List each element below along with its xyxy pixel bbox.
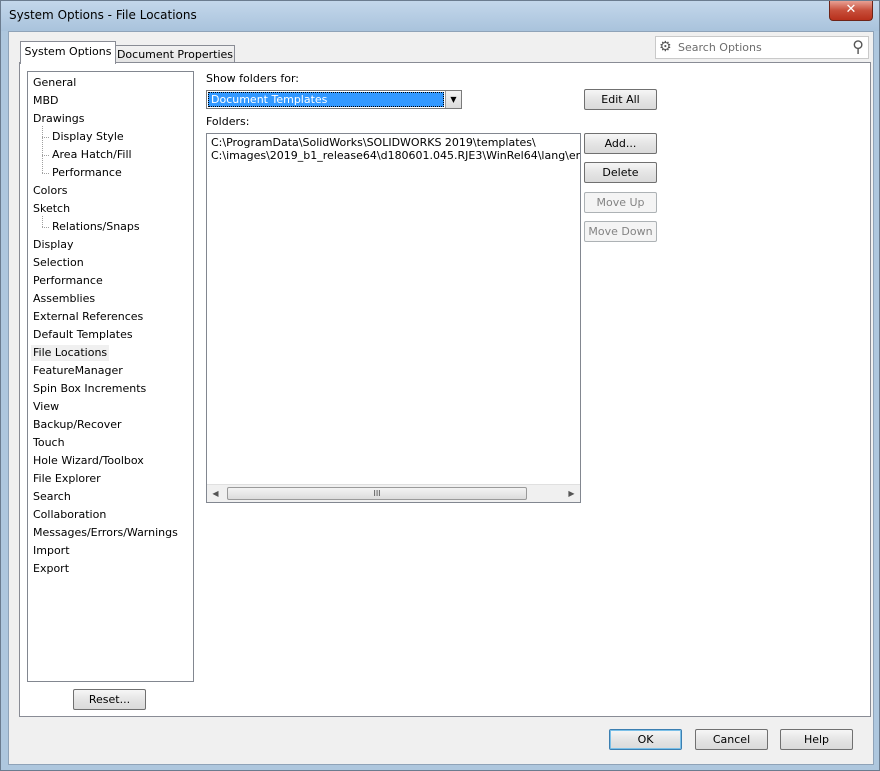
tree-item[interactable]: Spin Box Increments <box>33 381 146 397</box>
tree-item[interactable]: Backup/Recover <box>33 417 122 433</box>
window-title: System Options - File Locations <box>9 8 197 22</box>
tree-item[interactable]: General <box>33 75 76 91</box>
tree-item[interactable]: Messages/Errors/Warnings <box>33 525 178 541</box>
tree-connector <box>42 137 49 138</box>
tab-label: System Options <box>24 45 112 58</box>
ok-button[interactable]: OK <box>609 729 682 750</box>
edit-all-button[interactable]: Edit All <box>584 89 657 110</box>
tree-item[interactable]: Relations/Snaps <box>52 219 140 235</box>
cancel-button[interactable]: Cancel <box>695 729 768 750</box>
options-panel: General MBD Drawings Display Style Area Hatc… <box>19 62 871 717</box>
system-options-window: System Options - File Locations ✕ System… <box>0 0 880 771</box>
tab-label: Document Properties <box>116 48 234 61</box>
tree-item[interactable]: MBD <box>33 93 59 109</box>
folders-label: Folders: <box>206 115 250 128</box>
help-button[interactable]: Help <box>780 729 853 750</box>
tree-item[interactable]: Display Style <box>52 129 124 145</box>
options-tree[interactable]: General MBD Drawings Display Style Area Hatc… <box>27 71 194 682</box>
gear-icon[interactable]: ⚙ <box>659 39 672 55</box>
horizontal-scrollbar[interactable]: ◀ III ▶ <box>207 484 580 502</box>
dialog-client: System Options Document Properties ⚙ Sea… <box>8 31 874 765</box>
tree-connector <box>42 126 43 173</box>
show-folders-label: Show folders for: <box>206 72 299 85</box>
close-button[interactable]: ✕ <box>829 1 873 21</box>
folders-list[interactable]: C:\ProgramData\SolidWorks\SOLIDWORKS 201… <box>206 133 581 503</box>
tab-document-properties[interactable]: Document Properties <box>115 45 235 63</box>
scroll-right-icon[interactable]: ▶ <box>563 485 580 502</box>
tree-item[interactable]: File Explorer <box>33 471 101 487</box>
list-item[interactable]: C:\ProgramData\SolidWorks\SOLIDWORKS 201… <box>211 136 536 150</box>
search-input[interactable]: Search Options <box>678 41 762 54</box>
move-down-button[interactable]: Move Down <box>584 221 657 242</box>
search-options-box[interactable]: ⚙ Search Options ⚲ <box>655 36 869 59</box>
close-icon: ✕ <box>845 2 857 17</box>
tree-item[interactable]: Import <box>33 543 70 559</box>
tab-system-options[interactable]: System Options <box>20 41 116 64</box>
show-folders-select[interactable]: Document Templates ▼ <box>206 90 462 109</box>
tree-connector <box>42 227 49 228</box>
grip-icon: III <box>373 489 381 498</box>
tree-item[interactable]: Area Hatch/Fill <box>52 147 132 163</box>
scroll-left-icon[interactable]: ◀ <box>207 485 224 502</box>
add-button[interactable]: Add... <box>584 133 657 154</box>
tree-item[interactable]: Export <box>33 561 69 577</box>
tree-item[interactable]: Search <box>33 489 71 505</box>
tree-item[interactable]: Sketch <box>33 201 70 217</box>
tree-connector <box>42 216 43 227</box>
tree-item[interactable]: Drawings <box>33 111 84 127</box>
tree-item[interactable]: Default Templates <box>33 327 133 343</box>
tree-item[interactable]: Selection <box>33 255 84 271</box>
tree-item[interactable]: Colors <box>33 183 67 199</box>
tree-item[interactable]: File Locations <box>31 345 110 361</box>
chevron-down-icon[interactable]: ▼ <box>445 91 461 108</box>
tree-item[interactable]: External References <box>33 309 143 325</box>
list-item[interactable]: C:\images\2019_b1_release64\d180601.045.… <box>211 149 580 163</box>
title-bar[interactable]: System Options - File Locations ✕ <box>1 1 879 31</box>
show-folders-value: Document Templates <box>208 92 444 107</box>
tree-item[interactable]: Assemblies <box>33 291 95 307</box>
tree-item[interactable]: Performance <box>52 165 122 181</box>
tree-connector <box>42 173 49 174</box>
move-up-button[interactable]: Move Up <box>584 192 657 213</box>
delete-button[interactable]: Delete <box>584 162 657 183</box>
tree-item[interactable]: Display <box>33 237 74 253</box>
scroll-thumb[interactable]: III <box>227 487 527 500</box>
tree-item[interactable]: Collaboration <box>33 507 106 523</box>
tree-item[interactable]: Touch <box>33 435 65 451</box>
search-icon[interactable]: ⚲ <box>852 37 864 56</box>
tree-item[interactable]: Performance <box>33 273 103 289</box>
tree-item[interactable]: View <box>33 399 59 415</box>
tree-item[interactable]: Hole Wizard/Toolbox <box>33 453 144 469</box>
tree-connector <box>42 155 49 156</box>
tree-item[interactable]: FeatureManager <box>33 363 123 379</box>
reset-button[interactable]: Reset... <box>73 689 146 710</box>
